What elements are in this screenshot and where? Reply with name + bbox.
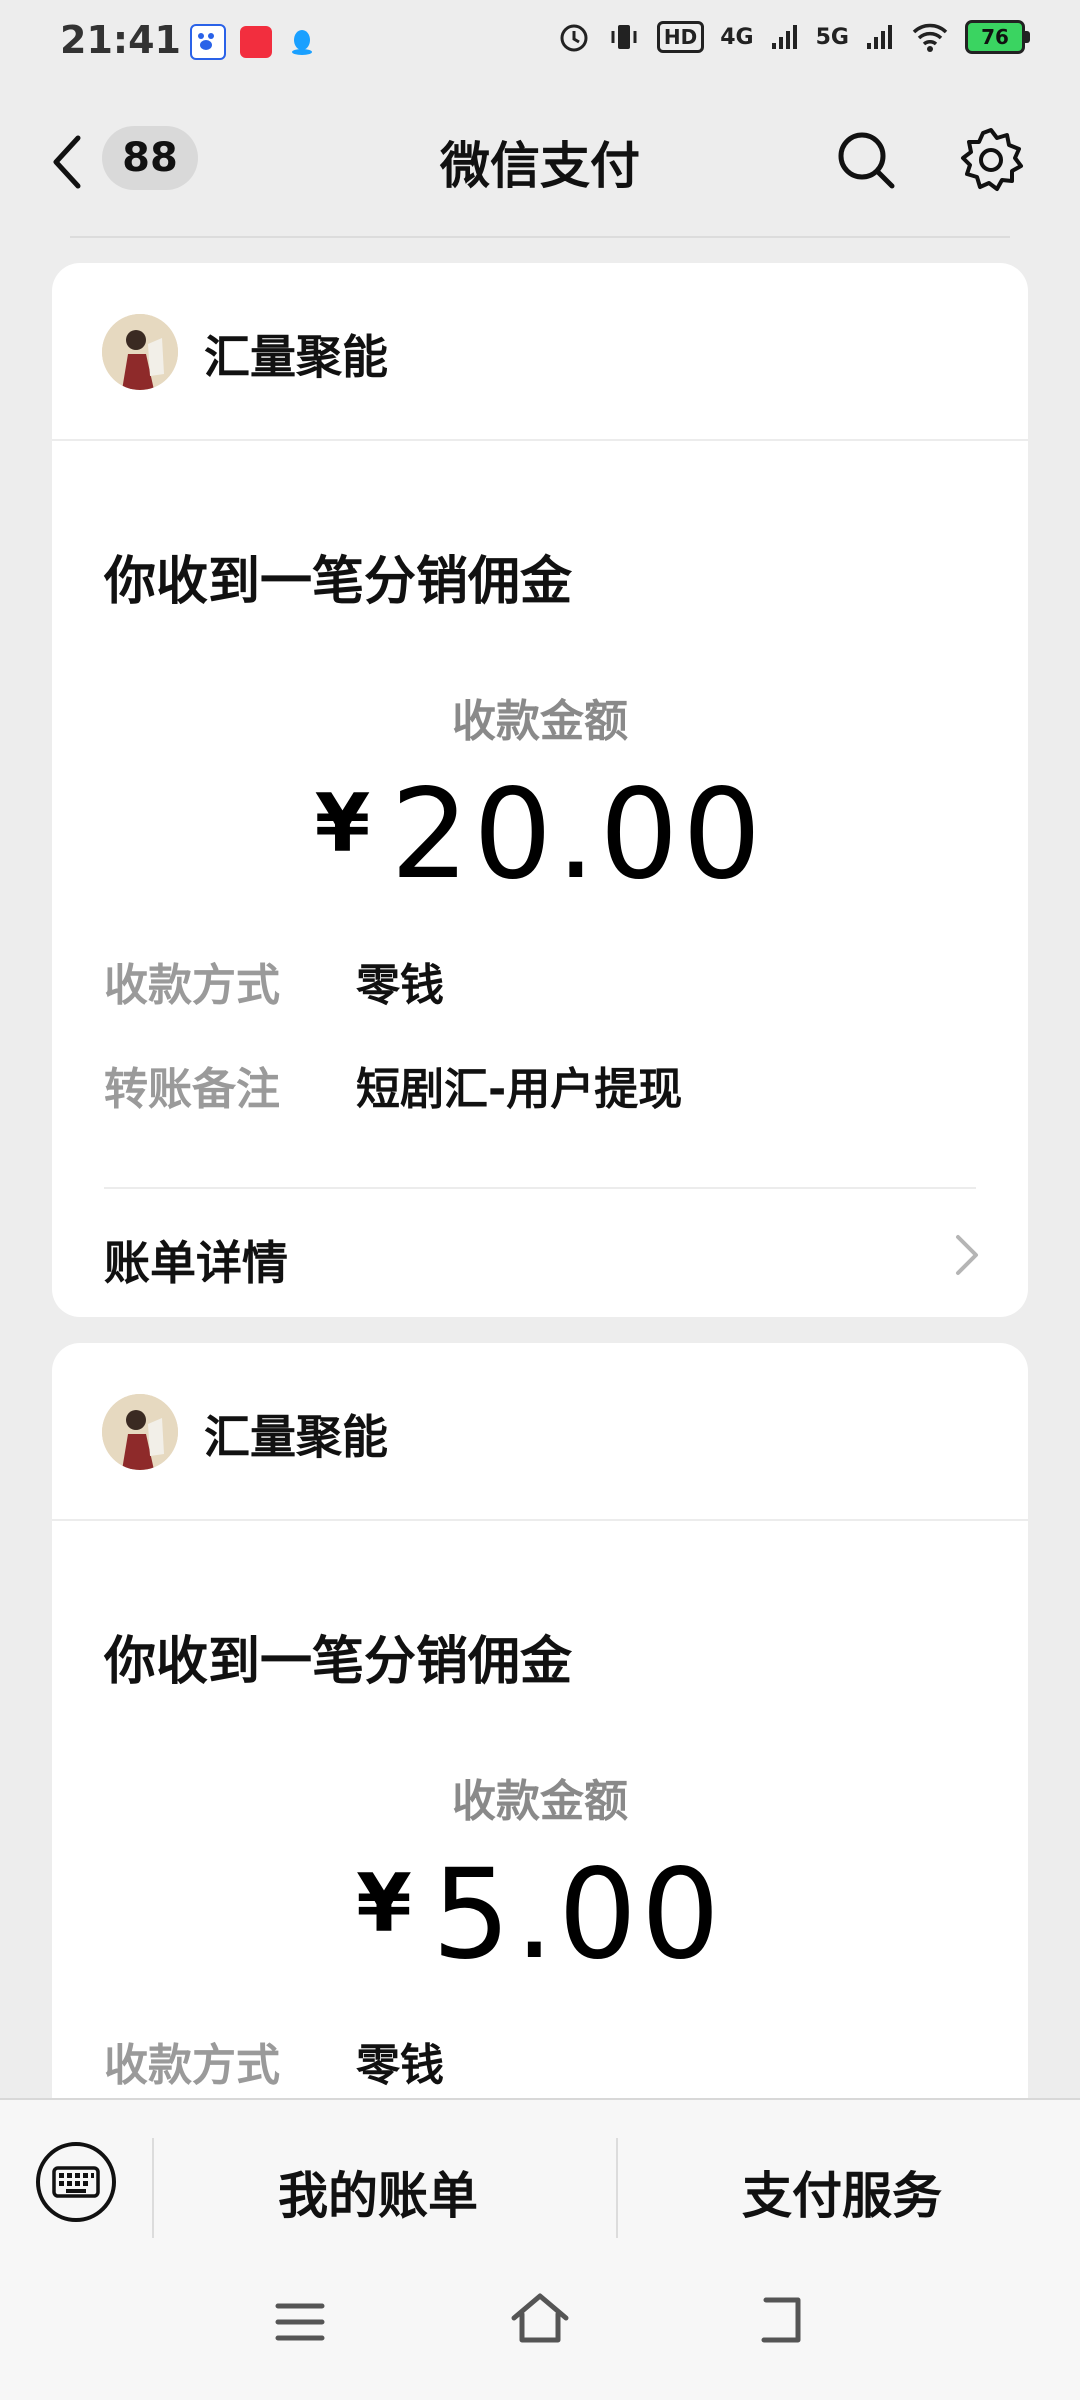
payment-card: 汇量聚能 你收到一笔分销佣金 收款金额 ¥20.00 收款方式 零钱 转账备注 … bbox=[52, 263, 1028, 1317]
system-nav-bar bbox=[0, 2248, 1080, 2400]
4g-indicator: 4G bbox=[720, 24, 754, 50]
notification-title: 你收到一笔分销佣金 bbox=[104, 552, 573, 612]
amount: ¥5.00 bbox=[52, 1843, 1028, 1987]
bill-details-label: 账单详情 bbox=[104, 1236, 288, 1290]
transfer-remark-label: 转账备注 bbox=[104, 1064, 280, 1115]
wifi-icon bbox=[912, 23, 948, 52]
merchant-name: 汇量聚能 bbox=[204, 1410, 388, 1464]
red-app-icon bbox=[240, 26, 272, 58]
amount: ¥20.00 bbox=[52, 763, 1028, 907]
signal-icon-2 bbox=[867, 25, 892, 49]
qq-icon bbox=[286, 26, 318, 58]
merchant-row[interactable]: 汇量聚能 bbox=[52, 1343, 1028, 1521]
home-icon[interactable] bbox=[508, 2288, 572, 2352]
amount-value: 20.00 bbox=[390, 763, 766, 907]
keyboard-icon[interactable] bbox=[34, 2140, 118, 2224]
gear-icon[interactable] bbox=[956, 124, 1026, 194]
amount-label: 收款金额 bbox=[452, 696, 628, 747]
my-bills-button[interactable]: 我的账单 bbox=[278, 2156, 478, 2228]
amount-value: 5.00 bbox=[431, 1843, 724, 1987]
header: 88 微信支付 bbox=[0, 84, 1080, 238]
payment-method-value: 零钱 bbox=[356, 960, 444, 1011]
payment-method-label: 收款方式 bbox=[104, 960, 280, 1011]
pay-services-button[interactable]: 支付服务 bbox=[742, 2156, 942, 2228]
merchant-avatar bbox=[102, 1394, 178, 1470]
alarm-icon bbox=[560, 24, 588, 52]
transfer-remark-value: 短剧汇-用户提现 bbox=[356, 1064, 683, 1115]
notification-title: 你收到一笔分销佣金 bbox=[104, 1632, 573, 1692]
payment-method-value: 零钱 bbox=[356, 2040, 444, 2091]
amount-label: 收款金额 bbox=[452, 1776, 628, 1827]
page-title: 微信支付 bbox=[440, 137, 640, 195]
system-icons: HD 4G 5G 76 bbox=[557, 20, 1030, 54]
chevron-right-icon bbox=[956, 1235, 978, 1275]
baidu-app-icon bbox=[190, 24, 226, 60]
currency-symbol: ¥ bbox=[356, 1857, 412, 1950]
merchant-row[interactable]: 汇量聚能 bbox=[52, 263, 1028, 441]
menu-icon[interactable] bbox=[274, 2296, 326, 2348]
status-time: 21:41 bbox=[60, 18, 181, 62]
payment-method-label: 收款方式 bbox=[104, 2040, 280, 2091]
5g-indicator: 5G bbox=[815, 24, 849, 50]
search-icon[interactable] bbox=[832, 126, 898, 192]
bill-details-row[interactable]: 账单详情 bbox=[52, 1189, 1028, 1317]
divider bbox=[616, 2138, 618, 2238]
merchant-name: 汇量聚能 bbox=[204, 330, 388, 384]
vibrate-icon bbox=[611, 25, 637, 49]
merchant-avatar bbox=[102, 314, 178, 390]
battery-icon: 76 bbox=[965, 20, 1030, 54]
signal-icon bbox=[771, 25, 797, 49]
back-nav-icon[interactable] bbox=[752, 2292, 808, 2348]
header-divider bbox=[70, 236, 1010, 238]
battery-level: 76 bbox=[965, 20, 1025, 54]
bottom-menu-bar: 我的账单 支付服务 bbox=[0, 2098, 1080, 2250]
status-bar: 21:41 HD 4G 5G 76 bbox=[0, 0, 1080, 84]
notification-icons bbox=[190, 24, 318, 60]
hd-indicator: HD bbox=[656, 21, 705, 53]
divider bbox=[152, 2138, 154, 2238]
currency-symbol: ¥ bbox=[314, 777, 371, 870]
